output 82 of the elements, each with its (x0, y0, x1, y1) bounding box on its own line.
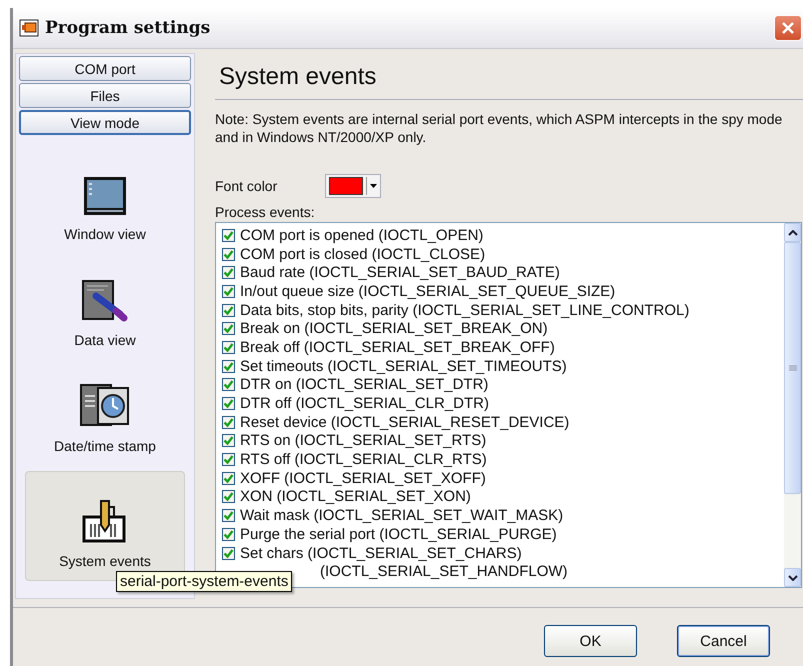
tooltip: serial-port-system-events (116, 571, 292, 592)
checkmark-icon (223, 398, 234, 410)
checkbox[interactable] (222, 490, 235, 504)
event-label: COM port is opened (IOCTL_OPEN) (240, 226, 484, 244)
checkbox[interactable] (222, 228, 235, 242)
screen-icon (83, 176, 127, 216)
event-label: Set chars (IOCTL_SERIAL_SET_CHARS) (240, 544, 522, 562)
checkmark-icon (223, 416, 234, 428)
event-label: XOFF (IOCTL_SERIAL_SET_XOFF) (240, 470, 486, 487)
grip-icon (788, 365, 796, 371)
checkmark-icon (223, 248, 234, 260)
checkmark-icon (223, 491, 234, 502)
scroll-down-icon (788, 574, 798, 580)
checkmark-icon (223, 230, 234, 241)
event-label: DTR on (IOCTL_SERIAL_SET_DTR) (240, 376, 488, 394)
view-item[interactable]: Date/time stamp (25, 365, 185, 461)
checkbox[interactable] (222, 378, 235, 392)
scroll-up-icon (788, 230, 798, 236)
event-label: Break on (IOCTL_SERIAL_SET_BREAK_ON) (240, 320, 548, 338)
checkbox[interactable] (222, 453, 235, 466)
checkmark-icon (223, 360, 234, 372)
close-button[interactable] (774, 15, 802, 41)
event-label: Baud rate (IOCTL_SERIAL_SET_BAUD_RATE) (240, 264, 560, 282)
checkmark-icon (223, 304, 234, 316)
event-label: (IOCTL_SERIAL_SET_HANDFLOW) (320, 563, 568, 580)
checkbox[interactable] (222, 397, 235, 410)
checkbox[interactable] (222, 266, 235, 280)
event-label: Purge the serial port (IOCTL_SERIAL_PURGE) (240, 526, 557, 543)
dropdown-arrow-icon (370, 184, 378, 188)
checkmark-icon (223, 267, 234, 278)
event-label: Set timeouts (IOCTL_SERIAL_SET_TIMEOUTS) (240, 358, 567, 375)
event-label: In/out queue size (IOCTL_SERIAL_SET_QUEUE_SIZE) (240, 282, 616, 300)
view-item[interactable]: Data view (25, 259, 185, 355)
checkbox[interactable] (222, 472, 235, 485)
document-pen-icon (82, 280, 128, 322)
event-label: RTS off (IOCTL_SERIAL_CLR_RTS) (240, 451, 487, 468)
box-pen-icon (82, 499, 128, 543)
scrollbar[interactable] (784, 223, 801, 587)
checkbox[interactable] (222, 322, 235, 336)
event-label: Break off (IOCTL_SERIAL_SET_BREAK_OFF) (240, 338, 555, 356)
ok-button[interactable]: OK (544, 625, 637, 657)
view-item[interactable]: Window view (25, 153, 185, 249)
checkmark-icon (223, 323, 234, 334)
checkmark-icon (223, 379, 234, 390)
event-label: DTR off (IOCTL_SERIAL_CLR_DTR) (240, 395, 489, 412)
checkmark-icon (223, 435, 234, 446)
event-label: Reset device (IOCTL_SERIAL_RESET_DEVICE) (240, 414, 570, 431)
app-icon (19, 19, 39, 37)
checkmark-icon (223, 528, 234, 540)
checkbox[interactable] (222, 509, 235, 522)
event-label: RTS on (IOCTL_SERIAL_SET_RTS) (240, 432, 486, 450)
category-button[interactable]: View mode (19, 110, 191, 135)
document-clock-icon (80, 384, 130, 428)
checkmark-icon (223, 342, 234, 353)
checkmark-icon (223, 286, 234, 297)
checkmark-icon (223, 510, 234, 522)
checkmark-icon (223, 548, 234, 559)
checkbox[interactable] (222, 546, 235, 560)
close-icon (781, 21, 795, 35)
color-picker[interactable] (325, 174, 382, 198)
checkmark-icon (223, 472, 234, 484)
section-title: System events (218, 63, 378, 91)
category-button[interactable]: Files (19, 83, 191, 108)
font-color-label: Font color (215, 178, 278, 194)
checkbox[interactable] (222, 340, 235, 354)
checkbox[interactable] (222, 360, 235, 373)
checkmark-icon (223, 454, 234, 466)
checkbox[interactable] (222, 248, 235, 261)
event-label: COM port is closed (IOCTL_CLOSE) (240, 246, 486, 263)
event-label: Wait mask (IOCTL_SERIAL_SET_WAIT_MASK) (240, 507, 564, 524)
category-button[interactable]: COM port (19, 56, 191, 81)
list-label: Process events: (215, 204, 316, 220)
checkbox[interactable] (222, 416, 235, 429)
cancel-button[interactable]: Cancel (677, 625, 770, 657)
window-title: Program settings (45, 18, 212, 38)
checkbox[interactable] (222, 284, 235, 298)
note-text: Note: System events are internal serial port events, which ASPM intercepts in the spy mode and in Windows NT/2000/XP only. (215, 110, 784, 146)
event-label: XON (IOCTL_SERIAL_SET_XON) (240, 488, 471, 506)
checkbox[interactable] (222, 528, 235, 541)
event-label: Data bits, stop bits, parity (IOCTL_SERIAL_SET_LINE_CONTROL) (240, 302, 690, 319)
checkbox[interactable] (222, 304, 235, 317)
checkbox[interactable] (222, 434, 235, 448)
